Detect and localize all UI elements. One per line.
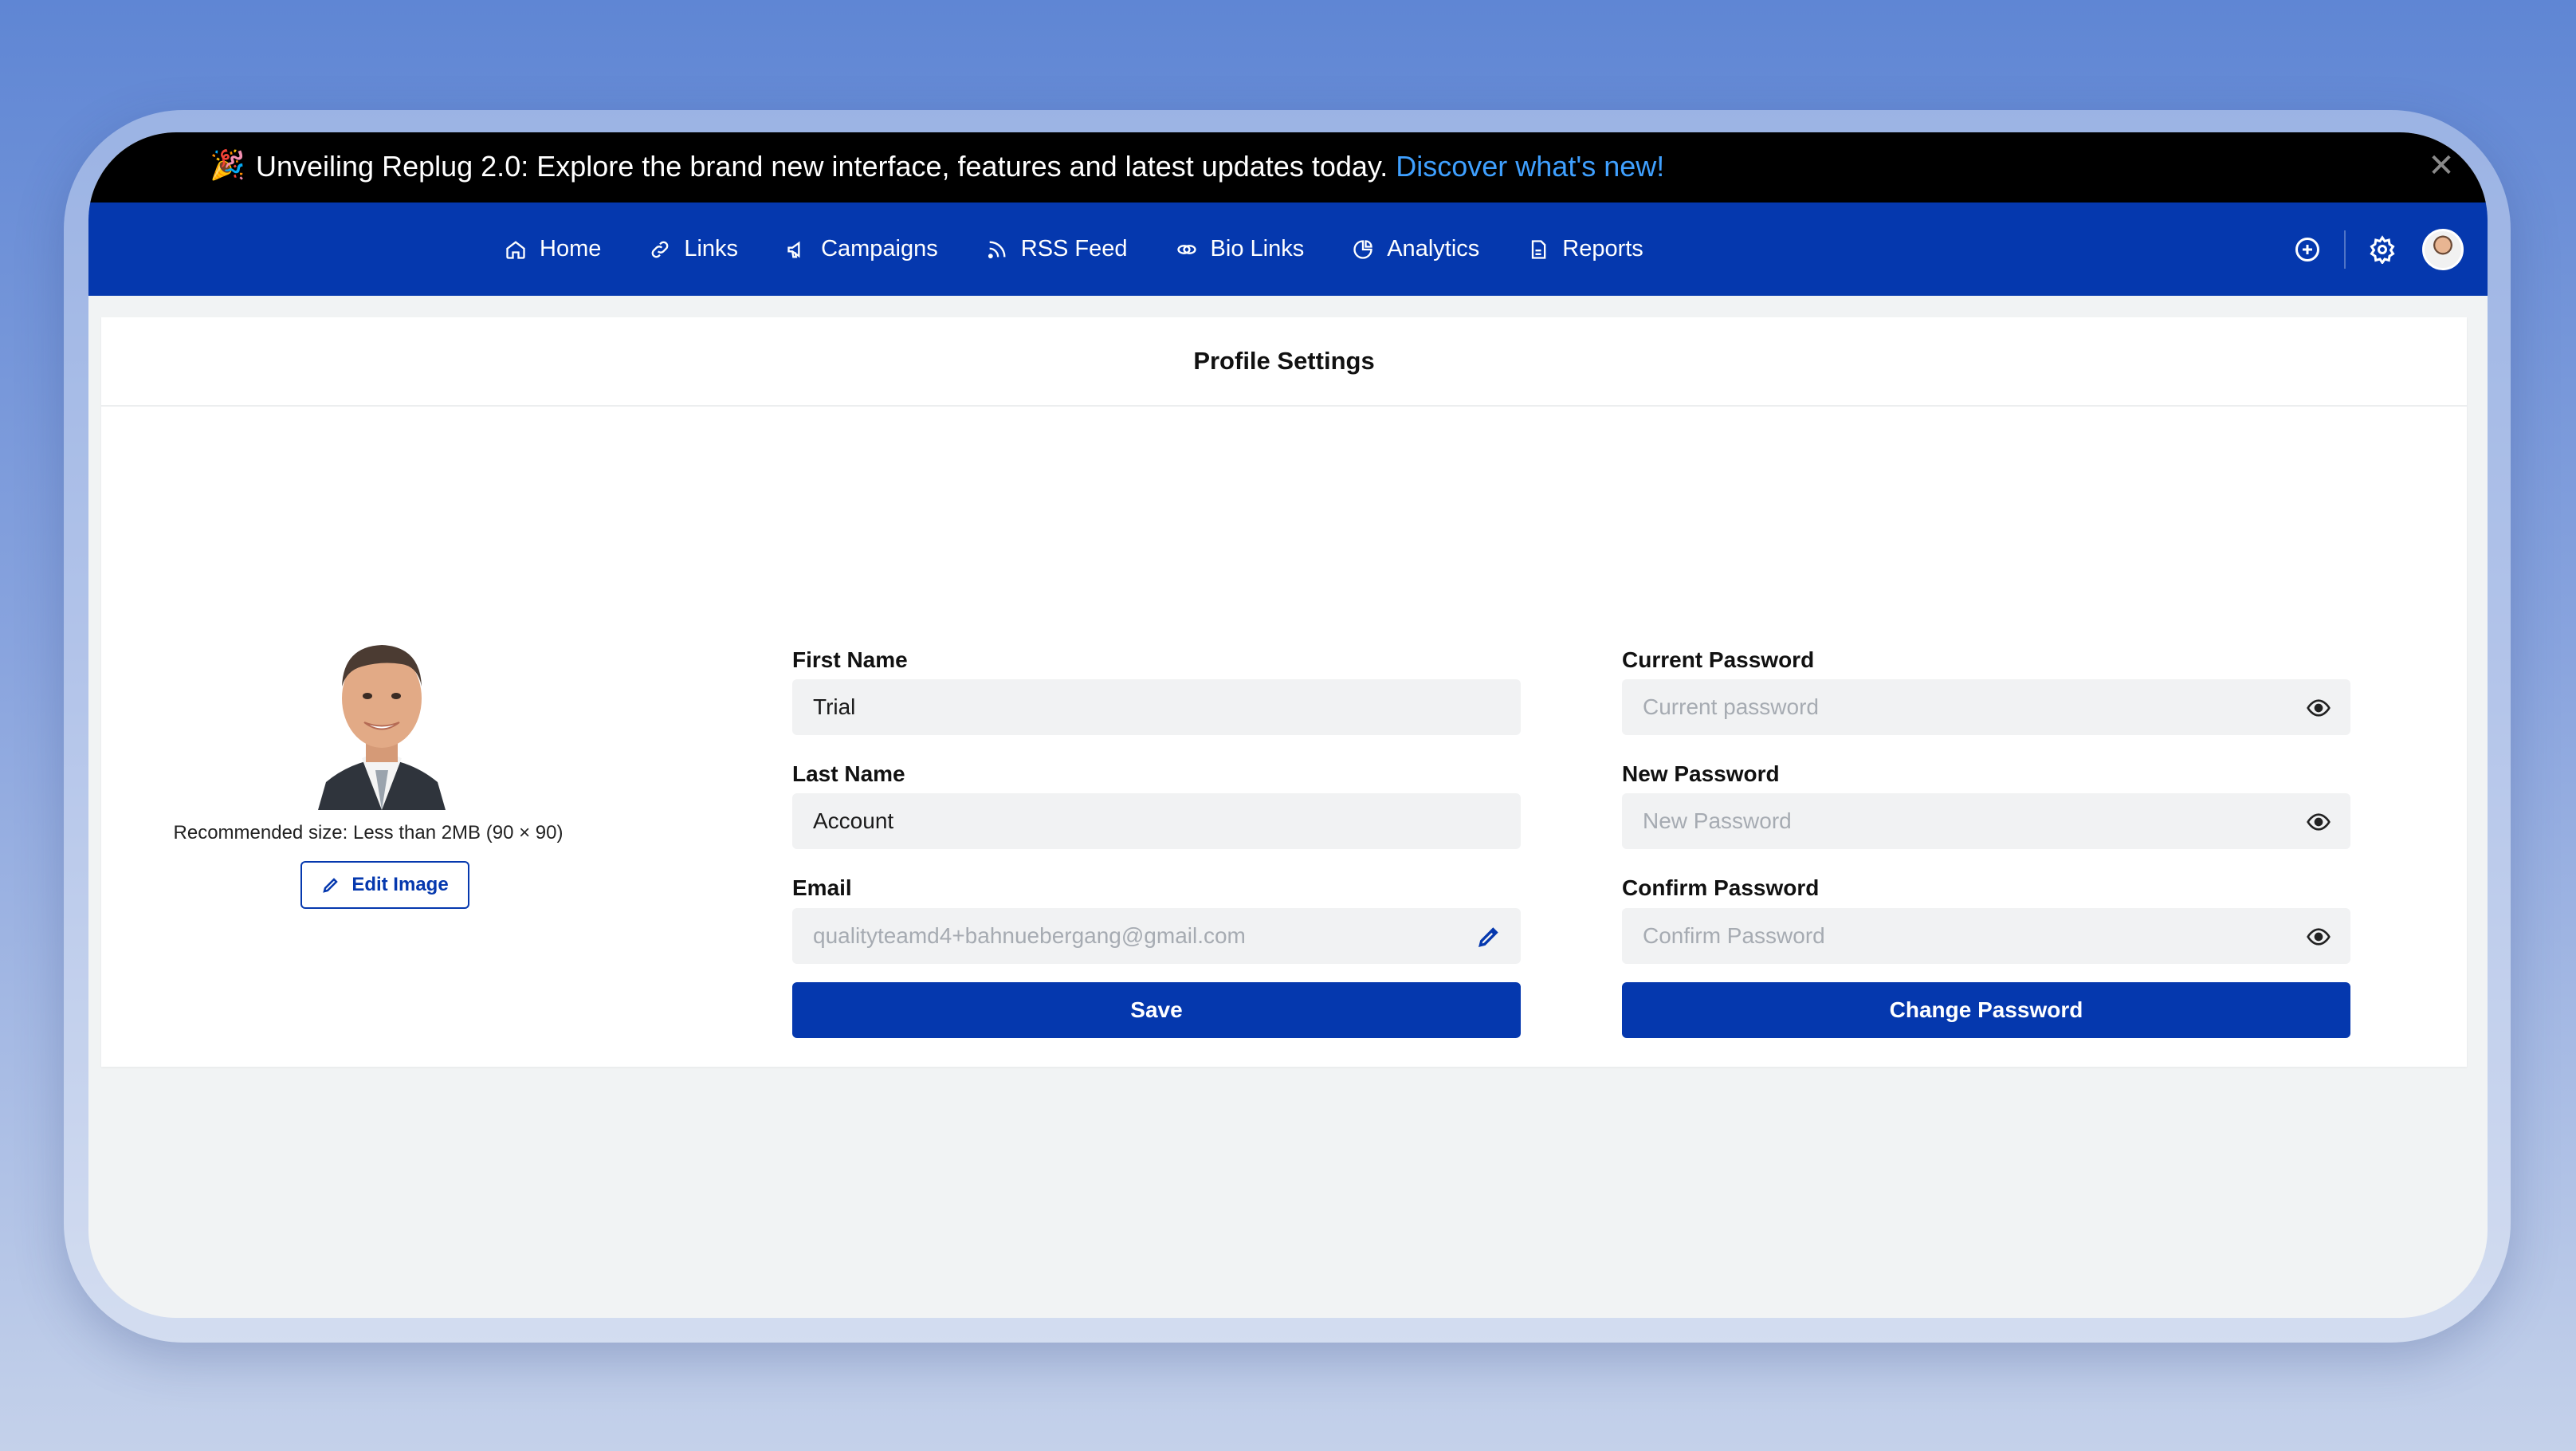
nav-actions bbox=[2247, 203, 2464, 296]
nav-label: Bio Links bbox=[1210, 236, 1305, 261]
nav-label: Campaigns bbox=[821, 236, 938, 261]
confirm-password-label: Confirm Password bbox=[1622, 875, 1820, 900]
discover-link[interactable]: Discover what's new! bbox=[1396, 150, 1664, 183]
first-name-label: First Name bbox=[792, 647, 908, 672]
announcement-text: Unveiling Replug 2.0: Explore the brand … bbox=[256, 150, 1388, 183]
last-name-label: Last Name bbox=[792, 761, 905, 786]
nav-divider bbox=[2344, 230, 2346, 269]
plus-circle-icon[interactable] bbox=[2291, 234, 2323, 265]
confirm-password-placeholder: Confirm Password bbox=[1643, 923, 1825, 948]
pencil-icon bbox=[323, 878, 339, 893]
app-window: 🎉 Unveiling Replug 2.0: Explore the bran… bbox=[88, 132, 2488, 1318]
nav-item-home[interactable]: Home bbox=[505, 236, 601, 262]
save-button[interactable]: Save bbox=[792, 982, 1521, 1038]
new-password-field[interactable]: New Password bbox=[1622, 793, 2350, 849]
current-password-label: Current Password bbox=[1622, 647, 1815, 672]
page-title: Profile Settings bbox=[101, 317, 2467, 407]
link-icon bbox=[652, 241, 669, 258]
nav-label: Home bbox=[540, 236, 602, 261]
nav-item-analytics[interactable]: Analytics bbox=[1352, 236, 1479, 262]
nav-label: Analytics bbox=[1387, 236, 1480, 261]
edit-image-label: Edit Image bbox=[351, 874, 449, 895]
profile-settings-card: Profile Settings Recommended size: Less … bbox=[101, 317, 2467, 1067]
email-value: qualityteamd4+bahnuebergang@gmail.com bbox=[813, 923, 1246, 948]
pie-chart-icon bbox=[1353, 239, 1372, 259]
nav-items: Home Links Campaigns RSS Feed Bio Links … bbox=[505, 203, 1691, 296]
close-icon[interactable]: ✕ bbox=[2425, 150, 2457, 182]
current-password-field[interactable]: Current password bbox=[1622, 679, 2350, 735]
announcement-bar: 🎉 Unveiling Replug 2.0: Explore the bran… bbox=[88, 132, 2488, 203]
new-password-placeholder: New Password bbox=[1643, 808, 1792, 833]
rss-icon bbox=[988, 241, 1006, 258]
pencil-icon[interactable] bbox=[1476, 924, 1502, 950]
bio-link-icon bbox=[1176, 244, 1196, 254]
eye-icon[interactable] bbox=[2306, 695, 2331, 721]
user-avatar[interactable] bbox=[2422, 228, 2464, 270]
party-icon: 🎉 bbox=[210, 148, 245, 181]
recommended-size-text: Recommended size: Less than 2MB (90 × 90… bbox=[173, 822, 564, 843]
confirm-password-field[interactable]: Confirm Password bbox=[1622, 908, 2350, 964]
nav-label: Reports bbox=[1562, 236, 1643, 261]
nav-label: Links bbox=[684, 236, 739, 261]
last-name-field[interactable]: Account bbox=[792, 793, 1521, 849]
profile-photo bbox=[318, 645, 446, 810]
nav-label: RSS Feed bbox=[1020, 236, 1128, 261]
edit-image-button[interactable]: Edit Image bbox=[300, 861, 469, 909]
gear-icon[interactable] bbox=[2366, 234, 2398, 265]
top-nav: Home Links Campaigns RSS Feed Bio Links … bbox=[88, 203, 2488, 296]
eye-icon[interactable] bbox=[2306, 809, 2331, 835]
nav-item-links[interactable]: Links bbox=[649, 236, 738, 262]
eye-icon[interactable] bbox=[2306, 924, 2331, 950]
current-password-placeholder: Current password bbox=[1643, 694, 1819, 719]
email-label: Email bbox=[792, 875, 852, 900]
nav-item-reports[interactable]: Reports bbox=[1527, 236, 1643, 262]
nav-item-rss-feed[interactable]: RSS Feed bbox=[986, 236, 1128, 262]
email-field[interactable]: qualityteamd4+bahnuebergang@gmail.com bbox=[792, 908, 1521, 964]
home-icon bbox=[506, 240, 525, 259]
nav-item-bio-links[interactable]: Bio Links bbox=[1176, 236, 1305, 262]
new-password-label: New Password bbox=[1622, 761, 1780, 786]
report-icon bbox=[1532, 239, 1546, 259]
announcement-message: Unveiling Replug 2.0: Explore the brand … bbox=[256, 150, 1664, 183]
megaphone-icon bbox=[787, 241, 800, 258]
change-password-button[interactable]: Change Password bbox=[1622, 982, 2350, 1038]
first-name-field[interactable]: Trial bbox=[792, 679, 1521, 735]
nav-item-campaigns[interactable]: Campaigns bbox=[786, 236, 938, 262]
